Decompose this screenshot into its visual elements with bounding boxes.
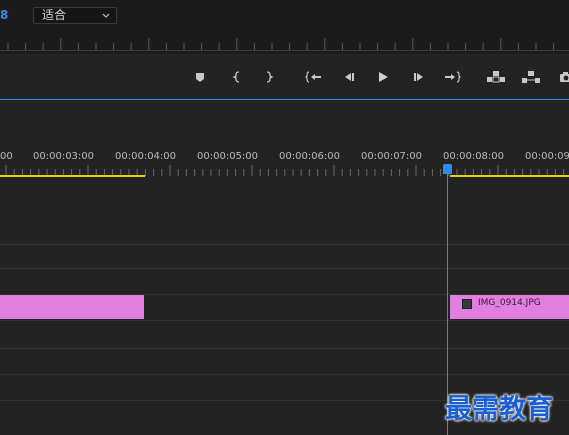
lift-button[interactable]	[485, 66, 507, 88]
render-bar-left	[0, 175, 145, 177]
track-divider	[0, 268, 569, 269]
ruler-label: 00:00:09:	[525, 151, 569, 162]
go-to-in-icon	[305, 71, 321, 83]
playhead-timecode[interactable]: 8	[0, 8, 8, 22]
track-divider	[0, 244, 569, 245]
export-frame-button[interactable]	[555, 66, 569, 88]
step-forward-button[interactable]	[408, 66, 430, 88]
image-clip-icon	[462, 299, 472, 309]
lift-icon	[487, 71, 505, 83]
step-back-button[interactable]	[338, 66, 360, 88]
play-icon	[379, 72, 388, 82]
ruler-label: 00:00:04:00	[115, 151, 177, 162]
mark-out-icon	[266, 71, 274, 83]
step-forward-icon	[414, 73, 423, 81]
go-to-out-icon	[445, 71, 461, 83]
playhead-handle[interactable]	[443, 164, 452, 174]
fit-zoom-select[interactable]: 适合	[33, 7, 117, 24]
mark-in-icon	[232, 71, 240, 83]
track-divider	[0, 348, 569, 349]
transport-controls	[0, 54, 569, 100]
mini-ruler-baseline	[0, 50, 569, 51]
extract-button[interactable]	[520, 66, 542, 88]
time-ruler-ticks	[5, 165, 565, 176]
render-bar-right	[450, 175, 569, 177]
time-ruler[interactable]	[0, 100, 569, 180]
ruler-label: 00	[0, 151, 13, 162]
ruler-label: 00:00:07:00	[361, 151, 423, 162]
go-to-in-button[interactable]	[303, 66, 325, 88]
extract-icon	[522, 71, 540, 83]
step-back-icon	[345, 73, 354, 81]
camera-icon	[560, 72, 569, 82]
marker-icon	[196, 73, 204, 82]
track-divider	[0, 374, 569, 375]
ruler-label: 00:00:06:00	[279, 151, 341, 162]
watermark-logo: 最需教育	[445, 394, 553, 425]
fit-zoom-select-value: 适合	[42, 8, 67, 22]
clip-label: IMG_0914.JPG	[478, 298, 541, 308]
mark-out-button[interactable]	[258, 66, 280, 88]
play-button[interactable]	[372, 66, 394, 88]
ruler-label: 00:00:08:00	[443, 151, 505, 162]
mark-in-button[interactable]	[226, 66, 248, 88]
go-to-out-button[interactable]	[441, 66, 463, 88]
ruler-label: 00:00:05:00	[197, 151, 259, 162]
track-divider	[0, 320, 569, 321]
video-clip[interactable]	[0, 295, 144, 319]
ruler-label: 00:00:03:00	[33, 151, 95, 162]
add-marker-button[interactable]	[189, 66, 211, 88]
chevron-down-icon	[101, 8, 111, 27]
